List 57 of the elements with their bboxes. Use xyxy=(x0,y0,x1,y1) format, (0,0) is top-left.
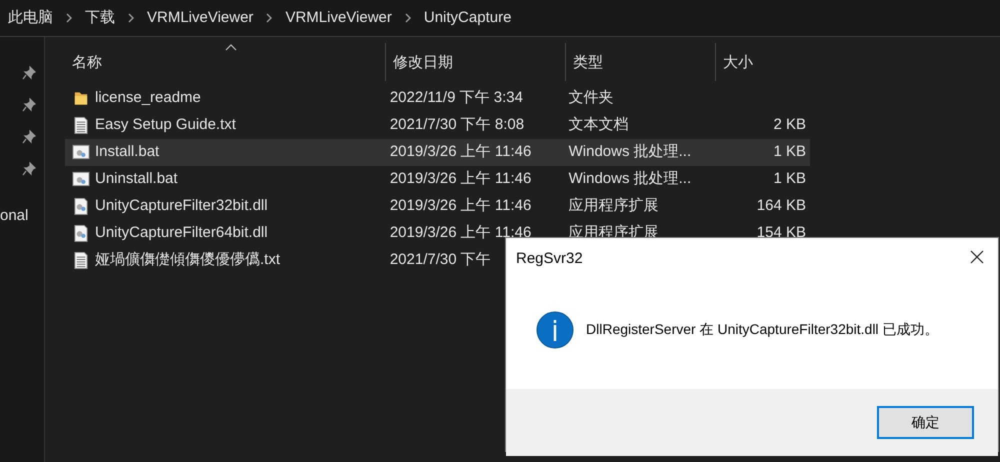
file-type: 应用程序扩展 xyxy=(568,197,659,214)
file-date: 2019/3/26 上午 11:46 xyxy=(390,197,532,214)
breadcrumb-item[interactable]: VRMLiveViewer xyxy=(285,6,392,30)
file-type: Windows 批处理... xyxy=(568,170,692,187)
file-name: Easy Setup Guide.txt xyxy=(95,115,236,135)
column-header[interactable]: 大小 xyxy=(715,43,815,81)
file-name: license_readme xyxy=(95,88,201,108)
ok-button[interactable]: 确定 xyxy=(877,406,974,438)
sidebar-item[interactable]: onal xyxy=(0,205,28,228)
file-name: 娅堝儣儛儊傾儛儍優儚儰.txt xyxy=(95,250,280,270)
breadcrumb-item[interactable]: 下载 xyxy=(85,6,115,30)
file-row[interactable]: UnityCaptureFilter32bit.dll 2019/3/26 上午 11:46 应用程序扩展 164 KB xyxy=(65,192,810,220)
breadcrumb-item[interactable]: UnityCapture xyxy=(424,6,512,30)
file-row[interactable]: license_readme 2022/11/9 下午 3:34 文件夹 xyxy=(65,84,810,112)
dialog-message: DllRegisterServer 在 UnityCaptureFilter32bit.dll 已成功。 xyxy=(586,320,938,339)
pin-icon xyxy=(22,98,36,112)
file-row[interactable]: Install.bat 2019/3/26 上午 11:46 Windows 批处理... 1 KB xyxy=(65,138,810,166)
pin-icon xyxy=(22,66,36,80)
file-name: Uninstall.bat xyxy=(95,169,178,189)
column-header[interactable]: 修改日期 xyxy=(385,43,565,81)
file-date: 2021/7/30 下午 8:08 xyxy=(390,116,524,133)
breadcrumb-item[interactable]: VRMLiveViewer xyxy=(147,6,254,30)
file-size: 2 KB xyxy=(773,116,806,133)
chevron-icon xyxy=(65,13,73,23)
file-date: 2022/11/9 下午 3:34 xyxy=(390,89,523,106)
text-file-icon xyxy=(72,115,90,136)
file-size: 1 KB xyxy=(773,170,806,187)
chevron-icon xyxy=(265,13,274,23)
pin-icon xyxy=(22,130,36,144)
file-size: 1 KB xyxy=(773,143,806,160)
gear-file-icon xyxy=(72,196,90,216)
file-size: 154 KB xyxy=(756,224,806,241)
file-date: 2019/3/26 上午 11:46 xyxy=(390,170,532,187)
breadcrumb-item[interactable]: 此电脑 xyxy=(8,6,53,30)
file-type: 文件夹 xyxy=(568,89,614,106)
file-type: 文本文档 xyxy=(568,116,629,133)
file-name: UnityCaptureFilter64bit.dll xyxy=(95,223,268,243)
file-row[interactable]: Easy Setup Guide.txt 2021/7/30 下午 8:08 文本文档 2 KB xyxy=(65,112,810,139)
column-header[interactable]: 类型 xyxy=(565,43,715,81)
sort-caret-icon xyxy=(225,43,237,51)
file-row[interactable]: Uninstall.bat 2019/3/26 上午 11:46 Windows 批处理... 1 KB xyxy=(65,166,810,193)
text-file-icon xyxy=(72,250,90,270)
file-name: UnityCaptureFilter32bit.dll xyxy=(95,196,268,216)
file-name: Install.bat xyxy=(95,142,160,162)
pin-icon xyxy=(22,162,36,176)
chevron-icon xyxy=(404,13,412,23)
file-type: Windows 批处理... xyxy=(568,143,692,160)
gear-file-icon xyxy=(72,223,90,244)
chevron-icon xyxy=(127,13,135,23)
info-icon xyxy=(536,310,574,348)
close-icon xyxy=(970,250,984,264)
column-header[interactable]: 名称 xyxy=(65,43,385,81)
file-date: 2019/3/26 上午 11:46 xyxy=(390,143,532,160)
file-date: 2021/7/30 下午 xyxy=(390,251,491,268)
file-size: 164 KB xyxy=(756,197,806,214)
dialog-title: RegSvr32 xyxy=(516,249,583,269)
file-date: 2019/3/26 上午 11:46 xyxy=(390,224,532,241)
